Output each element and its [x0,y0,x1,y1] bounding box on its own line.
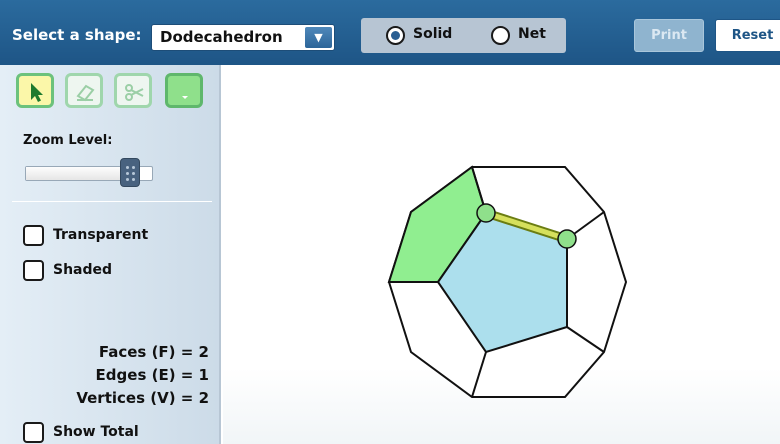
transparent-label: Transparent [53,227,149,243]
scissors-icon [125,84,144,101]
select-tool-button[interactable] [16,73,54,108]
dodecahedron-drawing[interactable] [223,65,780,444]
eraser-icon [76,84,95,102]
vertices-count: Vertices (V) = 2 [76,389,209,407]
print-button[interactable]: Print [634,19,704,52]
shape-canvas[interactable] [223,65,780,444]
sidebar-divider [12,201,212,202]
zoom-level-label: Zoom Level: [23,133,113,148]
show-total-label: Show Total [53,424,139,440]
edges-count: Edges (E) = 1 [95,366,209,384]
shape-select-label: Select a shape: [12,26,142,44]
shape-select-value: Dodecahedron [160,28,283,46]
eraser-tool-button[interactable] [65,73,103,108]
reset-button[interactable]: Reset [715,19,780,52]
arrow-pointer-icon [31,83,43,102]
radio-solid-label: Solid [413,26,453,42]
highlighted-vertex[interactable] [557,229,577,249]
radio-net-label: Net [518,26,546,42]
top-toolbar: Select a shape: Dodecahedron ▼ Solid Net… [0,0,780,65]
radio-net-indicator[interactable] [491,26,510,45]
show-total-checkbox[interactable] [23,422,44,443]
zoom-slider-thumb[interactable] [119,158,140,187]
chevron-down-icon[interactable]: ▼ [305,27,332,48]
color-dropdown-icon [182,96,188,99]
zoom-slider-fill [26,167,130,180]
transparent-checkbox[interactable] [23,225,44,246]
view-mode-group: Solid Net [361,18,566,53]
shaded-checkbox[interactable] [23,260,44,281]
control-sidebar: Zoom Level: Transparent Shaded Faces (F)… [0,65,221,444]
shape-select-dropdown[interactable]: Dodecahedron ▼ [151,24,335,51]
radio-solid-indicator[interactable] [386,26,405,45]
faces-count: Faces (F) = 2 [98,343,209,361]
highlighted-vertex[interactable] [476,203,496,223]
color-picker-button[interactable] [165,73,203,108]
scissors-tool-button[interactable] [114,73,152,108]
shaded-label: Shaded [53,262,113,278]
